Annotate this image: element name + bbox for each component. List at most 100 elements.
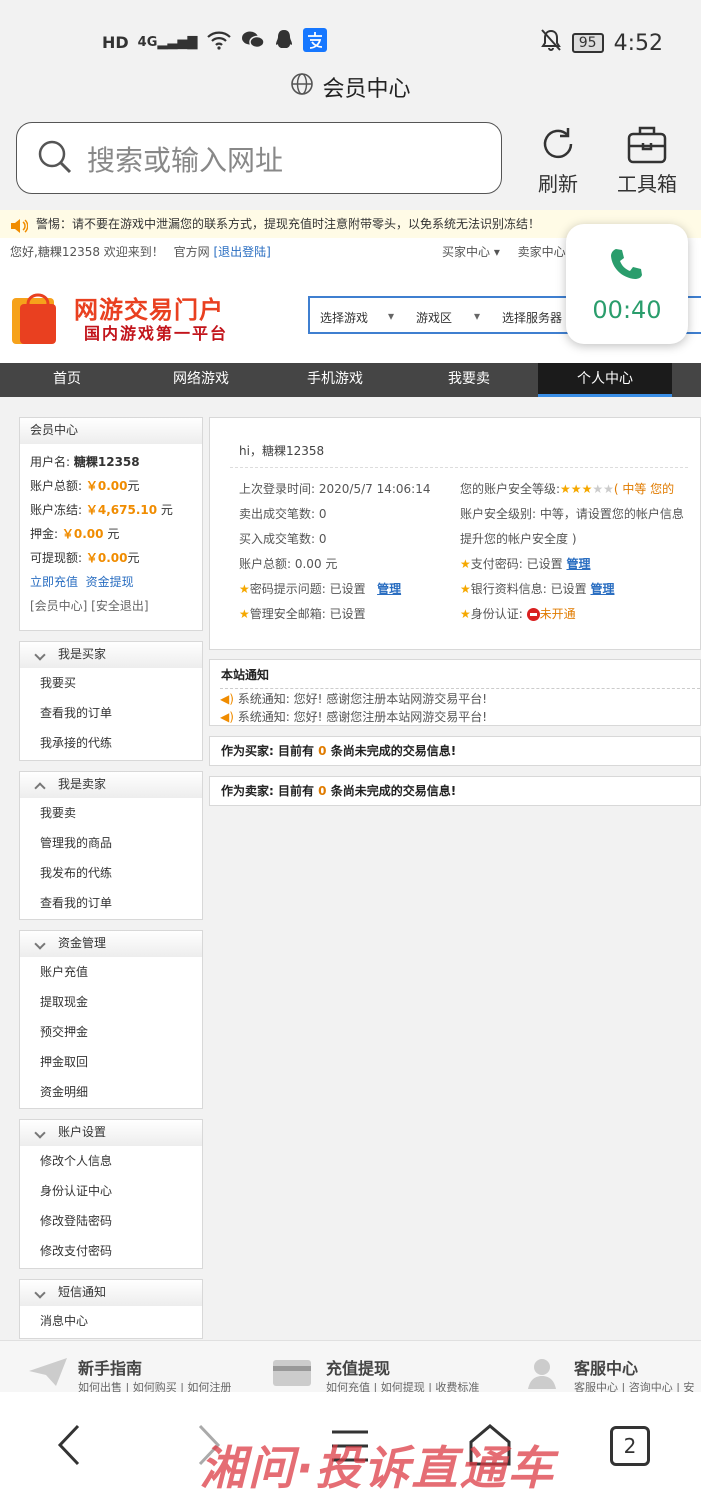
account-total: 账户总额: 0.00 元 [239, 557, 338, 571]
menu-item-edit-profile[interactable]: 修改个人信息 [20, 1146, 202, 1176]
account-summary-box: 会员中心 用户名: 糖粿12358 账户总额: ￥0.00元 账户冻结: ￥4,… [19, 417, 203, 631]
notice-item[interactable]: ◀) 系统通知: 您好! 感谢您注册本站网游交易平台! [220, 690, 487, 708]
footer-service: 客服中心 客服中心 | 咨询中心 | 安 [522, 1355, 694, 1395]
site-notice-panel: 本站通知 ◀) 系统通知: 您好! 感谢您注册本站网游交易平台! ◀) 系统通知… [209, 659, 701, 726]
manage-bank-link[interactable]: 管理 [590, 582, 614, 596]
nav-mobile-games[interactable]: 手机游戏 [268, 363, 402, 397]
username-label: 用户名: [30, 455, 71, 469]
buyer-menu: 我是买家 我要买 查看我的订单 我承接的代练 [19, 641, 203, 761]
chevron-down-icon [34, 649, 46, 661]
seller-msg: 作为卖家: 目前有 [221, 784, 319, 798]
frozen-label: 账户冻结: [30, 503, 83, 517]
site-logo[interactable]: 网游交易门户 国内游戏第一平台 [10, 284, 250, 348]
url-search-input[interactable]: 搜索或输入网址 [16, 122, 502, 194]
menu-item-id-auth[interactable]: 身份认证中心 [20, 1176, 202, 1206]
menu-item-recharge[interactable]: 账户充值 [20, 957, 202, 987]
nav-home[interactable]: 首页 [0, 363, 134, 397]
mute-bell-icon [540, 28, 562, 58]
buyer-msg: 作为买家: 目前有 [221, 744, 319, 758]
deposit-label: 押金: [30, 527, 59, 541]
manage-pwd-hint-link[interactable]: 管理 [377, 582, 401, 596]
settings-menu-header[interactable]: 账户设置 [20, 1120, 202, 1146]
footer-guide: 新手指南 如何出售 | 如何购买 | 如何注册 [28, 1355, 231, 1395]
headset-user-icon [522, 1355, 562, 1393]
seller-center-link[interactable]: 卖家中心 [518, 245, 566, 259]
pay-pwd-status: 支付密码: 已设置 [470, 557, 563, 571]
funds-menu-header[interactable]: 资金管理 [20, 931, 202, 957]
menu-item-withdraw[interactable]: 提取现金 [20, 987, 202, 1017]
watermark: 湘问·投诉直通车 [200, 1441, 556, 1495]
toolbox-button[interactable]: 工具箱 [614, 124, 680, 197]
buyer-pending-count: 0 [318, 744, 327, 758]
menu-item-my-leveling[interactable]: 我承接的代练 [20, 728, 202, 758]
clock: 4:52 [613, 30, 663, 56]
unit: 元 [107, 527, 120, 541]
manage-pay-pwd-link[interactable]: 管理 [566, 557, 590, 571]
zone-select[interactable]: 游戏区 [416, 309, 452, 326]
menu-item-manage-goods[interactable]: 管理我的商品 [20, 828, 202, 858]
greeting-text: 您好,糖粿12358 欢迎来到！ [10, 245, 164, 259]
total-label: 账户总额: [30, 479, 83, 493]
username-value: 糖粿12358 [73, 455, 140, 469]
menu-item-seller-orders[interactable]: 查看我的订单 [20, 888, 202, 918]
footer-service-title: 客服中心 [574, 1359, 639, 1378]
menu-item-buy[interactable]: 我要买 [20, 668, 202, 698]
menu-item-pay-password[interactable]: 修改支付密码 [20, 1236, 202, 1266]
seller-msg-tail: 条尚未完成的交易信息! [326, 784, 457, 798]
nav-personal-center[interactable]: 个人中心 [538, 363, 672, 397]
game-select[interactable]: 选择游戏 [320, 309, 368, 326]
menu-item-posted-leveling[interactable]: 我发布的代练 [20, 858, 202, 888]
refresh-icon [543, 128, 573, 159]
alipay-icon [303, 28, 328, 57]
server-select[interactable]: 选择服务器 [502, 309, 562, 326]
menu-item-fund-details[interactable]: 资金明细 [20, 1077, 202, 1107]
nav-online-games[interactable]: 网络游戏 [134, 363, 268, 397]
logout-link[interactable]: [退出登陆] [213, 245, 270, 259]
star-icon: ★ [460, 582, 471, 596]
sec-desc-2: 提升您的帐户安全度 ) [460, 532, 577, 546]
star-icon: ★ [460, 557, 471, 571]
seller-menu: 我是卖家 我要卖 管理我的商品 我发布的代练 查看我的订单 [19, 771, 203, 920]
buyer-menu-header[interactable]: 我是买家 [20, 642, 202, 668]
cashout-link[interactable]: 资金提现 [86, 575, 134, 589]
official-link[interactable]: 官方网 [174, 245, 210, 259]
status-bar: HD 4G▂▃▅▇ 95 4:52 [0, 0, 701, 80]
menu-item-login-password[interactable]: 修改登陆密码 [20, 1206, 202, 1236]
toolbox-icon [627, 126, 667, 164]
menu-item-messages[interactable]: 消息中心 [20, 1306, 202, 1336]
call-timer: 00:40 [592, 296, 662, 324]
floating-call-widget[interactable]: 00:40 [566, 224, 688, 344]
seller-menu-header[interactable]: 我是卖家 [20, 772, 202, 798]
chevron-up-icon [34, 782, 46, 794]
id-auth-label: 身份认证: [470, 607, 523, 621]
id-auth-status[interactable]: 未开通 [540, 607, 576, 621]
main-nav: 首页 网络游戏 手机游戏 我要卖 个人中心 [0, 363, 701, 397]
sec-desc: 账户安全级别: 中等，请设置您的帐户信息 [460, 507, 684, 521]
qq-icon [274, 29, 294, 56]
page-title: 会员中心 [322, 77, 411, 102]
phone-icon [608, 246, 644, 286]
sms-menu-header[interactable]: 短信通知 [20, 1280, 202, 1306]
chevron-down-icon [34, 1287, 46, 1299]
sec-level: ( 中等 您的 [613, 482, 675, 496]
deposit-value: ￥0.00 [61, 527, 104, 541]
menu-item-my-orders[interactable]: 查看我的订单 [20, 698, 202, 728]
back-icon[interactable] [52, 1422, 86, 1472]
recharge-link[interactable]: 立即充值 [30, 575, 78, 589]
member-logout-links[interactable]: [会员中心] [安全退出] [30, 599, 149, 613]
nav-sell[interactable]: 我要卖 [402, 363, 536, 397]
frozen-value: ￥4,675.10 [85, 503, 158, 517]
tabs-button[interactable]: 2 [610, 1426, 650, 1466]
menu-item-sell[interactable]: 我要卖 [20, 798, 202, 828]
buyer-center-link[interactable]: 买家中心 ▾ [442, 245, 500, 259]
chevron-down-icon [34, 1127, 46, 1139]
search-placeholder: 搜索或输入网址 [87, 144, 284, 177]
sold-count: 卖出成交笔数: 0 [239, 507, 327, 521]
menu-item-prepay-deposit[interactable]: 预交押金 [20, 1017, 202, 1047]
menu-item-deposit-return[interactable]: 押金取回 [20, 1047, 202, 1077]
site-footer: 新手指南 如何出售 | 如何购买 | 如何注册 充值提现 如何充值 | 如何提现… [0, 1340, 701, 1395]
refresh-button[interactable]: 刷新 [534, 124, 582, 197]
notice-item[interactable]: ◀) 系统通知: 您好! 感谢您注册本站网游交易平台! [220, 708, 487, 726]
speaker-icon: ◀) [220, 710, 234, 724]
withdraw-label: 可提现额: [30, 551, 83, 565]
